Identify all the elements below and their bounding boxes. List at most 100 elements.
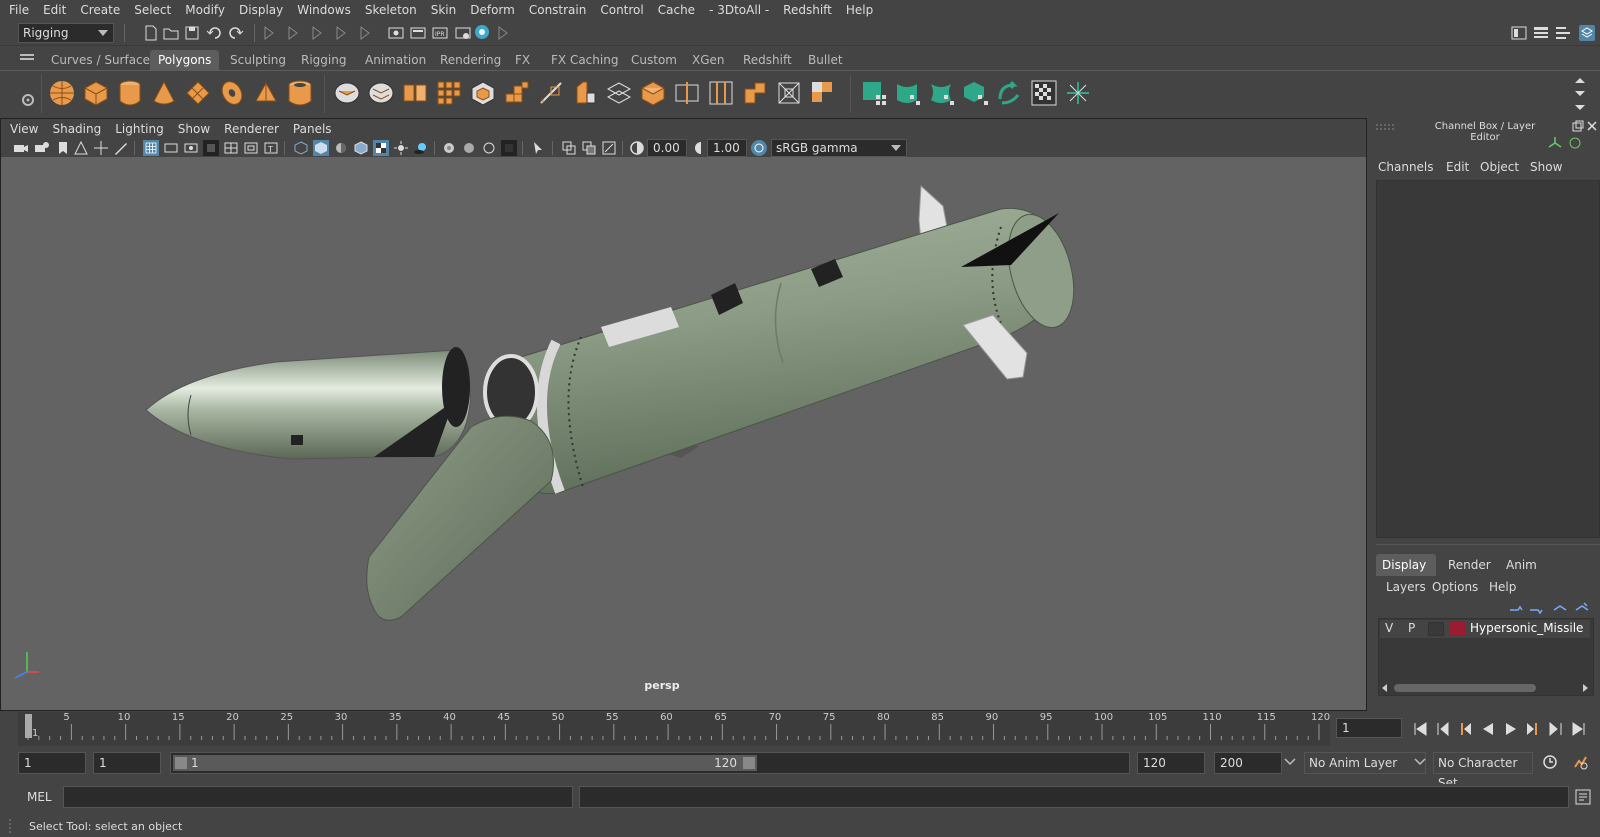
film-gate-icon[interactable] — [163, 140, 179, 156]
viewport-menu-renderer[interactable]: Renderer — [224, 122, 279, 136]
chevron-down-icon[interactable] — [1414, 756, 1426, 768]
render-view-icon[interactable] — [388, 25, 404, 41]
uv-planar-icon[interactable] — [894, 79, 922, 107]
new-layer-selected-icon[interactable] — [1574, 600, 1590, 616]
go-to-end-icon[interactable] — [1572, 722, 1586, 736]
image-plane-icon[interactable] — [73, 140, 89, 156]
gamma-field[interactable]: 1.00 — [707, 139, 747, 157]
shelf-tab-rendering[interactable]: Rendering — [432, 50, 509, 70]
menuset-dropdown[interactable]: Rigging — [18, 23, 114, 43]
shelf-tab-sculpting[interactable]: Sculpting — [222, 50, 294, 70]
render-frame-icon[interactable] — [410, 25, 426, 41]
textured-icon[interactable] — [373, 140, 389, 156]
redo-icon[interactable] — [228, 25, 244, 41]
field-chart-icon[interactable] — [223, 140, 239, 156]
poly-torus-icon[interactable] — [218, 79, 246, 107]
bevel-icon[interactable] — [571, 79, 599, 107]
menu-deform[interactable]: Deform — [470, 3, 515, 17]
close-icon[interactable] — [1586, 120, 1598, 132]
float-panel-icon[interactable] — [1572, 120, 1584, 132]
poly-pipe-icon[interactable] — [286, 79, 314, 107]
menu-file[interactable]: File — [9, 3, 29, 17]
layer-row[interactable]: V P Hypersonic_Missile — [1380, 620, 1590, 638]
fill-hole-icon[interactable] — [639, 79, 667, 107]
camera-attributes-icon[interactable] — [34, 140, 50, 156]
menu-display[interactable]: Display — [239, 3, 283, 17]
range-slider-track[interactable]: 1 120 — [170, 752, 1130, 774]
command-input[interactable] — [63, 786, 573, 808]
current-frame-field[interactable]: 1 — [1336, 718, 1402, 738]
chevron-down-icon[interactable] — [1284, 756, 1296, 768]
menu-help[interactable]: Help — [846, 3, 873, 17]
uv-automatic-icon[interactable] — [860, 79, 888, 107]
toggle-attribute-editor-icon[interactable] — [1555, 25, 1571, 41]
scroll-right-icon[interactable] — [1580, 683, 1590, 693]
viewport-menu-shading[interactable]: Shading — [52, 122, 101, 136]
end-time-field[interactable]: 200 — [1214, 752, 1282, 774]
scrollbar-thumb[interactable] — [1394, 684, 1536, 692]
depth-of-field-icon[interactable] — [501, 140, 517, 156]
move-layer-up-icon[interactable] — [1508, 600, 1524, 616]
hypershade-icon[interactable] — [474, 24, 490, 40]
history-toggle-icon[interactable] — [358, 25, 374, 41]
wedge-icon[interactable] — [775, 79, 803, 107]
menu-layers[interactable]: Layers — [1386, 580, 1426, 594]
shelf-settings-icon[interactable] — [21, 93, 35, 107]
select-by-hierarchy-icon[interactable] — [262, 25, 278, 41]
screen-space-ao-icon[interactable] — [441, 140, 457, 156]
layer-color-swatch[interactable] — [1450, 622, 1466, 636]
menu-control[interactable]: Control — [600, 3, 643, 17]
shelf-menu-icon[interactable] — [20, 54, 34, 64]
range-handle-left[interactable] — [175, 757, 187, 769]
menu-show[interactable]: Show — [1530, 160, 1562, 174]
shelf-tab-rigging[interactable]: Rigging — [293, 50, 354, 70]
xray-joints-icon[interactable] — [601, 140, 617, 156]
anim-layer-dropdown[interactable]: No Anim Layer — [1304, 752, 1426, 774]
menu-options[interactable]: Options — [1432, 580, 1478, 594]
gate-mask-icon[interactable] — [203, 140, 219, 156]
shelf-tab-polygons[interactable]: Polygons — [150, 50, 220, 70]
mirror-icon[interactable] — [401, 79, 429, 107]
tab-display[interactable]: Display — [1376, 554, 1436, 576]
resolution-gate-icon[interactable] — [183, 140, 199, 156]
menu-edit[interactable]: Edit — [1446, 160, 1469, 174]
menu-edit[interactable]: Edit — [43, 3, 66, 17]
exposure-icon[interactable] — [629, 140, 645, 156]
new-scene-icon[interactable] — [143, 25, 159, 41]
missile-model[interactable]: persp — [1, 157, 1366, 710]
speed-icon[interactable] — [1568, 136, 1582, 150]
grid-icon[interactable] — [143, 140, 159, 156]
play-forwards-icon[interactable] — [1504, 722, 1518, 736]
menu-select[interactable]: Select — [134, 3, 171, 17]
layer-playback-toggle[interactable]: P — [1408, 621, 1415, 635]
menu-create[interactable]: Create — [80, 3, 120, 17]
layer-scrollbar[interactable] — [1380, 682, 1590, 694]
poly-pyramid-icon[interactable] — [252, 79, 280, 107]
time-slider[interactable]: 1 1 5 10 15 20 25 30 35 40 45 50 55 60 65 70 75 80 85 90 95… — [0, 712, 1600, 746]
play-backwards-icon[interactable] — [1481, 722, 1495, 736]
shadows-icon[interactable] — [413, 140, 429, 156]
menu-3dtoall[interactable]: - 3DtoAll - — [709, 3, 769, 17]
workspace-icon[interactable] — [1511, 25, 1527, 41]
2d-pan-zoom-icon[interactable] — [93, 140, 109, 156]
xray-icon[interactable] — [561, 140, 577, 156]
safe-title-icon[interactable]: T — [263, 140, 279, 156]
smooth-icon[interactable] — [435, 79, 463, 107]
menu-skin[interactable]: Skin — [431, 3, 457, 17]
animation-preferences-icon[interactable] — [1572, 754, 1588, 770]
insert-edge-loop-icon[interactable] — [673, 79, 701, 107]
uv-cut-sew-icon[interactable] — [1064, 79, 1092, 107]
save-scene-icon[interactable] — [184, 25, 200, 41]
anti-aliasing-icon[interactable] — [481, 140, 497, 156]
poke-icon[interactable] — [741, 79, 769, 107]
viewport-menu-lighting[interactable]: Lighting — [115, 122, 164, 136]
range-end-field[interactable]: 120 — [1137, 752, 1205, 774]
menu-skeleton[interactable]: Skeleton — [365, 3, 417, 17]
shelf-tab-fx[interactable]: FX — [507, 50, 538, 70]
uv-editor-icon[interactable] — [1030, 79, 1058, 107]
extrude-icon[interactable] — [503, 79, 531, 107]
menu-cache[interactable]: Cache — [658, 3, 695, 17]
current-frame-marker[interactable] — [25, 714, 32, 738]
script-language-label[interactable]: MEL — [27, 790, 52, 804]
select-by-object-icon[interactable] — [286, 25, 302, 41]
